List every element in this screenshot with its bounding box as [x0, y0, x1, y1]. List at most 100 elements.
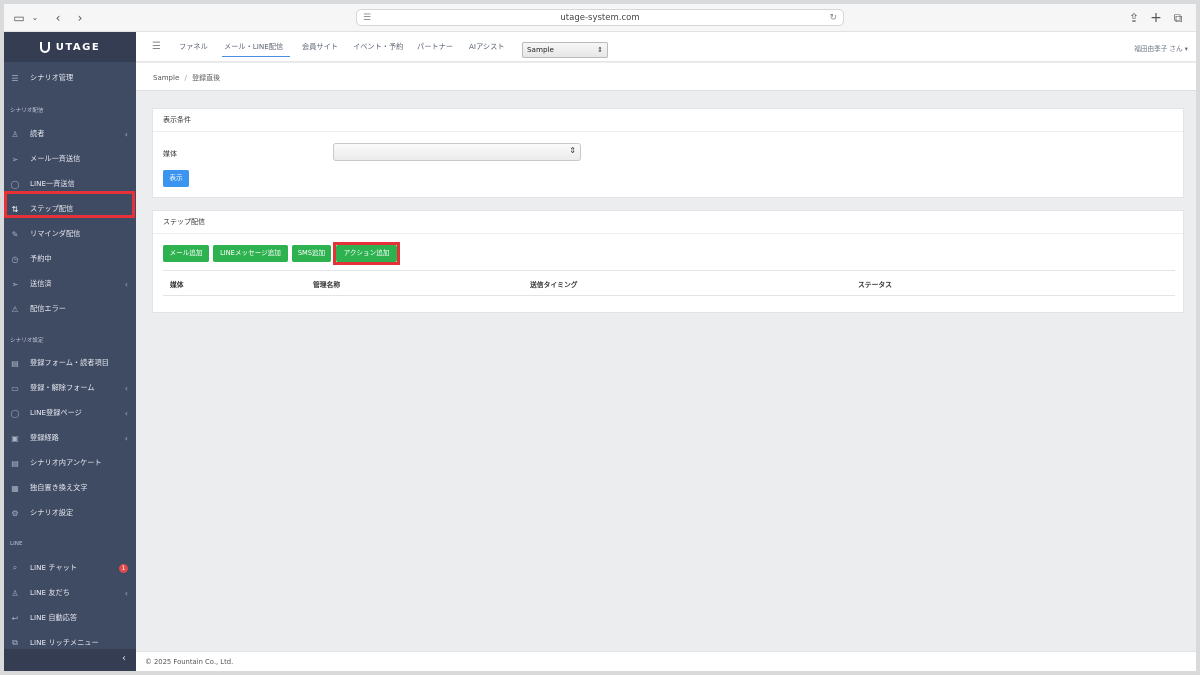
sidebar-item-delivery-error[interactable]: ⚠ 配信エラー: [4, 298, 136, 320]
main-content: ☰ ファネル メール・LINE配信 会員サイト イベント・予約 パートナー AI…: [136, 32, 1196, 671]
user-menu[interactable]: 福田由季子 さん ▾: [1134, 43, 1188, 53]
chevron-left-icon: ‹: [124, 383, 128, 393]
show-button[interactable]: 表示: [163, 170, 189, 187]
chat-icon: ◯: [10, 179, 20, 189]
copyright-text: © 2025 Fountain Co., Ltd.: [145, 658, 234, 666]
sidebar-item-label: 登録・解除フォーム: [30, 383, 95, 392]
route-icon: ▣: [11, 433, 19, 443]
sidebar-item-label: 登録フォーム・読者項目: [30, 358, 109, 367]
nav-mail-line[interactable]: メール・LINE配信: [224, 42, 283, 52]
footer: © 2025 Fountain Co., Ltd.: [136, 651, 1196, 671]
sidebar-item-line-chat[interactable]: ⌕ LINE チャット 1: [4, 557, 136, 579]
sidebar-item-line-friends[interactable]: ♙ LINE 友だち ‹: [4, 582, 136, 604]
hamburger-icon[interactable]: ☰: [152, 41, 161, 52]
share-icon[interactable]: ⇪: [1128, 10, 1140, 26]
column-header: 媒体: [170, 281, 184, 289]
sidebar-section-label: シナリオ設定: [10, 338, 44, 344]
table-icon: ▤: [11, 358, 19, 368]
sidebar-collapse-button[interactable]: ‹: [4, 649, 136, 671]
chat-bubble-icon: ⌕: [12, 563, 18, 572]
breadcrumb-root[interactable]: Sample: [153, 74, 179, 82]
sidebar-item-label: 登録経路: [30, 433, 59, 442]
sidebar-item-sent[interactable]: ➣ 送信済 ‹: [4, 273, 136, 295]
sidebar-item-label: 予約中: [30, 254, 52, 263]
warning-icon: ⚠: [11, 304, 19, 314]
sidebar-section-label: LINE: [10, 541, 23, 547]
list-icon: ☰: [11, 73, 19, 83]
brand-logo[interactable]: UTAGE: [4, 32, 136, 62]
sidebar-item-label: シナリオ内アンケート: [30, 458, 102, 467]
sidebar-item-mail-broadcast[interactable]: ➢ メール一斉送信: [4, 148, 136, 170]
sidebar-item-registration-route[interactable]: ▣ 登録経路 ‹: [4, 427, 136, 449]
media-label: 媒体: [163, 150, 177, 158]
notification-badge: 1: [119, 563, 128, 573]
address-bar[interactable]: ☰ utage-system.com ↻: [356, 9, 844, 26]
chevron-left-icon: ‹: [124, 408, 128, 418]
sidebar-item-scheduled[interactable]: ◷ 予約中: [4, 248, 136, 270]
sidebar-item-scenario-settings[interactable]: ⚙ シナリオ設定: [4, 502, 136, 524]
column-header: 送信タイミング: [530, 281, 578, 289]
chevron-left-icon: ‹: [122, 653, 126, 664]
sidebar-item-survey[interactable]: ▤ シナリオ内アンケート: [4, 452, 136, 474]
breadcrumb-separator: /: [184, 74, 187, 82]
sidebar-item-scenario-management[interactable]: ☰ シナリオ管理: [4, 67, 136, 89]
column-header: 管理名称: [313, 281, 341, 289]
nav-partner[interactable]: パートナー: [417, 42, 453, 52]
sidebar-item-label: 送信済: [30, 279, 52, 288]
sidebar-item-subscribe-form[interactable]: ▭ 登録・解除フォーム ‹: [4, 377, 136, 399]
sidebar-item-readers[interactable]: ♙ 読者 ‹: [4, 123, 136, 145]
back-icon[interactable]: ‹: [52, 10, 64, 26]
column-header: ステータス: [858, 281, 892, 289]
chat-icon: ◯: [10, 408, 20, 418]
chevron-left-icon: ‹: [124, 588, 128, 598]
nav-member-site[interactable]: 会員サイト: [302, 42, 338, 52]
project-select-value: Sample: [527, 45, 554, 54]
reply-icon: ↩: [11, 613, 19, 623]
sidebar-item-line-auto-reply[interactable]: ↩ LINE 自動応答: [4, 607, 136, 629]
forward-icon[interactable]: ›: [74, 10, 86, 26]
sidebar-item-label: LINE リッチメニュー: [30, 638, 99, 647]
sidebar-item-label: シナリオ管理: [30, 73, 74, 82]
menu-icon: ⧉: [12, 638, 18, 647]
brand-name: UTAGE: [55, 41, 101, 53]
tabs-overview-icon[interactable]: ⧉: [1172, 10, 1184, 26]
form-icon: ▭: [11, 383, 19, 393]
sidebar-item-label: LINE 友だち: [30, 588, 70, 597]
sidebar-item-label: LINE 自動応答: [30, 613, 78, 622]
sidebar-item-line-register-page[interactable]: ◯ LINE登録ページ ‹: [4, 402, 136, 424]
new-tab-icon[interactable]: +: [1150, 10, 1162, 26]
sidebar-item-reminder[interactable]: ✎ リマインダ配信: [4, 223, 136, 245]
top-navigation: ☰ ファネル メール・LINE配信 会員サイト イベント・予約 パートナー AI…: [136, 32, 1196, 62]
browser-toolbar: ▭ ⌄ ‹ › ☰ utage-system.com ↻ ⇪ + ⧉: [4, 4, 1196, 32]
pencil-icon: ✎: [11, 229, 19, 239]
select-arrow-icon: ⇕: [569, 146, 576, 155]
send-icon: ➢: [11, 154, 19, 164]
add-sms-button[interactable]: SMS追加: [292, 245, 331, 262]
filter-card-title: 表示条件: [153, 109, 1183, 132]
nav-ai-assist[interactable]: AIアシスト: [469, 42, 505, 52]
chevron-left-icon: ‹: [124, 129, 128, 139]
sidebar-toggle-icon[interactable]: ▭: [12, 10, 26, 26]
filter-card: 表示条件 媒体 ⇕ 表示: [152, 108, 1184, 198]
app-window: ▭ ⌄ ‹ › ☰ utage-system.com ↻ ⇪ + ⧉ UTAGE…: [4, 4, 1196, 671]
project-select[interactable]: Sample ⇕: [522, 42, 608, 58]
text-icon: ▦: [11, 483, 19, 493]
nav-event[interactable]: イベント・予約: [353, 42, 403, 52]
media-select[interactable]: ⇕: [333, 143, 581, 161]
chevron-left-icon: ‹: [124, 279, 128, 289]
survey-icon: ▤: [11, 458, 19, 468]
add-line-message-button[interactable]: LINEメッセージ追加: [213, 245, 288, 262]
sidebar-item-registration-form[interactable]: ▤ 登録フォーム・読者項目: [4, 352, 136, 374]
reload-icon[interactable]: ↻: [829, 10, 837, 26]
reader-icon: ♙: [11, 129, 19, 139]
sidebar-item-label: 独自置き換え文字: [30, 483, 88, 492]
sidebar-item-custom-text[interactable]: ▦ 独自置き換え文字: [4, 477, 136, 499]
sidebar: UTAGE ☰ シナリオ管理 シナリオ配信 ♙ 読者 ‹ ➢ メール一斉送信 ◯…: [4, 32, 136, 671]
sidebar-item-label: 読者: [30, 129, 45, 138]
add-mail-button[interactable]: メール追加: [163, 245, 209, 262]
chevron-down-icon[interactable]: ⌄: [30, 10, 40, 26]
nav-funnel[interactable]: ファネル: [179, 42, 208, 52]
gear-icon: ⚙: [11, 508, 19, 518]
sidebar-item-label: LINE一斉送信: [30, 179, 75, 188]
user-icon: ♙: [11, 588, 19, 598]
